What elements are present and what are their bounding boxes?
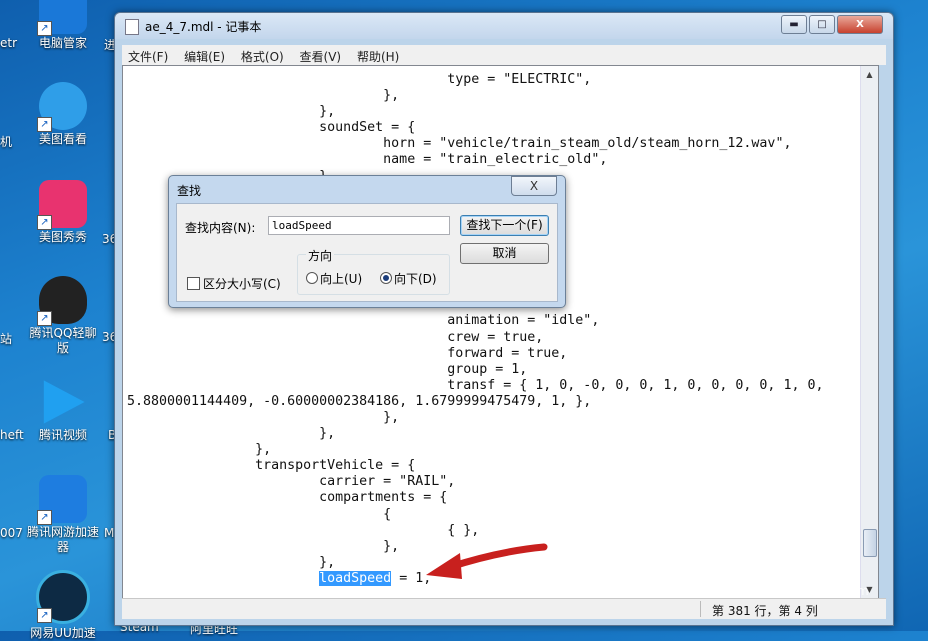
status-bar: 第 381 行，第 4 列 [122,598,886,619]
dialog-body: 查找内容(N): loadSpeed 查找下一个(F) 取消 方向 向上(U) … [176,203,558,302]
close-button[interactable]: X [837,15,883,34]
notepad-icon [125,19,139,35]
qq-penguin-icon: ↗ [37,276,87,326]
scroll-up-icon[interactable]: ▲ [861,66,878,83]
find-what-input[interactable]: loadSpeed [268,216,450,235]
desktop-icon-meitu-viewer[interactable]: ↗ 美图看看 [24,82,102,147]
accelerator-icon: ↗ [37,475,87,525]
desktop-icon-tencent-video[interactable]: 腾讯视频 [24,378,102,443]
find-what-label: 查找内容(N): [185,221,256,235]
menu-bar: 文件(F) 编辑(E) 格式(O) 查看(V) 帮助(H) [122,45,886,65]
desktop-icon-uu-accelerator[interactable]: ↗ 网易UU加速 [24,570,102,641]
watermark-text: Bai经验 [712,536,831,571]
radio-icon [306,272,318,284]
maximize-button[interactable]: □ [809,15,835,34]
direction-label: 方向 [306,247,335,264]
direction-group: 方向 向上(U) 向下(D) [297,247,450,295]
viewer-icon: ↗ [37,82,87,132]
partial-label: etr [0,36,18,50]
find-dialog: 查找 X 查找内容(N): loadSpeed 查找下一个(F) 取消 方向 向… [168,175,566,308]
cancel-button[interactable]: 取消 [460,243,549,264]
desktop-icon-qq-lite[interactable]: ↗ 腾讯QQ轻聊版 [24,276,102,356]
cursor-position: 第 381 行，第 4 列 [712,604,818,618]
direction-down-radio[interactable]: 向下(D) [380,270,437,287]
partial-label: M [104,526,115,540]
last-line-indent [127,571,319,586]
uu-icon: ↗ [36,570,90,624]
partial-label: 机 [0,135,13,149]
baidu-watermark: Bai经验 jingyan.baidu.com [712,528,869,598]
dialog-title: 查找 [177,184,202,198]
play-icon [43,380,85,424]
radio-selected-icon [380,272,392,284]
partial-label: 站 [0,332,13,346]
desktop-icon-pc-manager[interactable]: ↗ 电脑管家 [24,0,102,51]
meitu-icon: ↗ [37,180,87,230]
code-lines: type = "ELECTRIC", }, }, soundSet = { ho… [127,72,824,570]
partial-label: heft [0,428,24,442]
checkbox-icon [187,277,200,290]
scroll-thumb[interactable] [863,529,877,557]
desktop-icon-game-accelerator[interactable]: ↗ 腾讯网游加速器 [24,475,102,555]
red-arrow-icon [426,543,548,579]
shield-icon: ↗ [37,0,87,36]
direction-up-radio[interactable]: 向上(U) [306,270,362,287]
window-title: ae_4_7.mdl - 记事本 [145,20,262,34]
vertical-scrollbar[interactable]: ▲ ▼ [860,66,878,598]
dialog-close-button[interactable]: X [511,176,557,196]
code-content: type = "ELECTRIC", }, }, soundSet = { ho… [127,72,823,587]
watermark-url: jingyan.baidu.com [758,584,869,598]
title-bar[interactable]: ae_4_7.mdl - 记事本 ▬ □ X [115,13,893,39]
desktop-icon-meitu-xiuxiu[interactable]: ↗ 美图秀秀 [24,180,102,245]
find-next-button[interactable]: 查找下一个(F) [460,215,549,236]
partial-label: 007 [0,526,23,540]
text-editor[interactable]: type = "ELECTRIC", }, }, soundSet = { ho… [122,65,879,599]
search-highlight: loadSpeed [319,570,392,586]
minimize-button[interactable]: ▬ [781,15,807,34]
match-case-checkbox[interactable]: 区分大小写(C) [187,275,281,292]
